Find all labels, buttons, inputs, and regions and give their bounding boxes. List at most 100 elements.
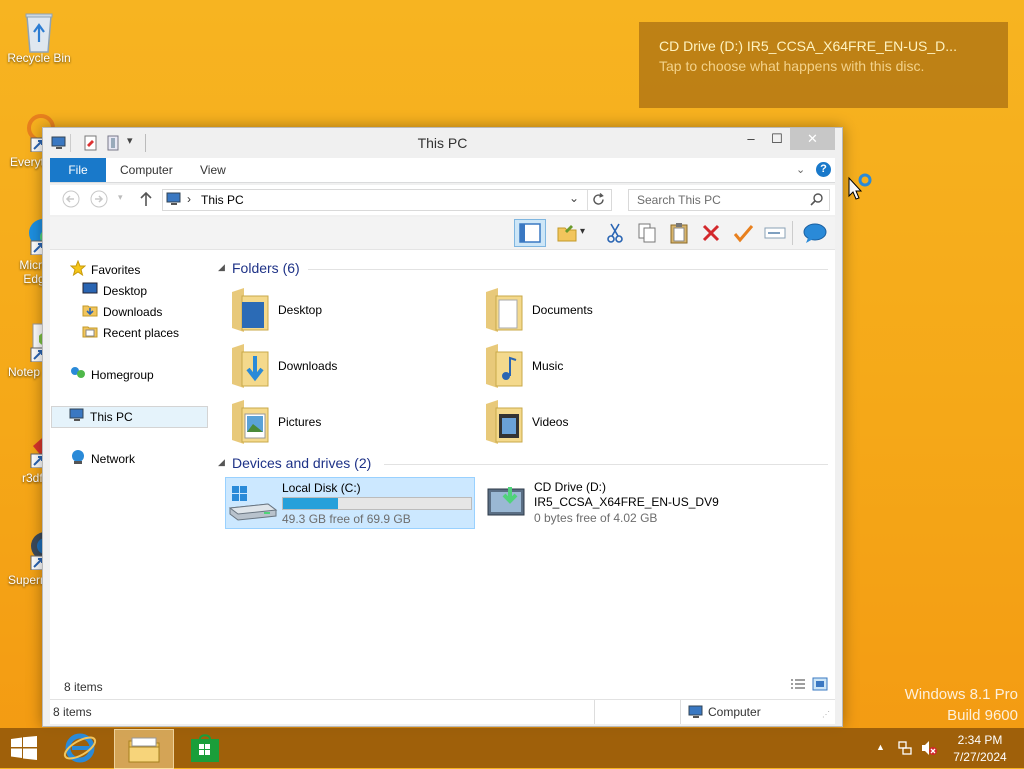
chat-bubble-icon[interactable] xyxy=(803,222,827,244)
command-toolbar: ▾ xyxy=(50,217,835,250)
collapse-group-arrow-icon[interactable]: ◢ xyxy=(218,262,225,273)
watermark-edition: Windows 8.1 Pro xyxy=(904,686,1018,703)
store-taskbar-button[interactable] xyxy=(190,733,220,766)
show-hidden-icons-chevron-icon[interactable]: ▲ xyxy=(876,742,885,752)
properties-dropdown-icon[interactable]: ▾ xyxy=(580,226,585,237)
delete-icon[interactable] xyxy=(700,222,722,244)
folder-label: Music xyxy=(532,359,564,373)
folder-item-pictures[interactable]: Pictures xyxy=(228,398,448,448)
details-view-icon[interactable] xyxy=(790,678,806,695)
tab-computer[interactable]: Computer xyxy=(120,158,173,182)
folder-label: Downloads xyxy=(278,359,338,373)
clock-time: 2:34 PM xyxy=(957,733,1003,747)
address-dropdown-chevron-icon[interactable]: ⌄ xyxy=(569,191,579,205)
maximize-button[interactable]: ☐ xyxy=(763,128,791,150)
folder-label: Documents xyxy=(532,303,593,317)
close-button[interactable]: ✕ xyxy=(790,128,835,150)
music-folder-icon xyxy=(486,344,523,388)
pictures-folder-icon xyxy=(232,400,269,444)
nav-item-label: Downloads xyxy=(103,305,163,320)
cut-icon[interactable] xyxy=(604,222,626,244)
nav-item-label: This PC xyxy=(90,410,133,424)
preview-pane-button[interactable] xyxy=(514,219,546,247)
drive-item-cd-drive-d[interactable]: CD Drive (D:) IR5_CCSA_X64FRE_EN-US_DV9 … xyxy=(480,477,740,527)
large-icons-view-icon[interactable] xyxy=(812,677,828,694)
nav-item-label: Favorites xyxy=(91,263,141,278)
title-bar[interactable]: ▾ This PC – ☐ ✕ xyxy=(43,128,842,158)
nav-item-label: Homegroup xyxy=(91,368,154,383)
nav-item-favorites[interactable]: Favorites xyxy=(69,259,141,280)
nav-item-desktop[interactable]: Desktop xyxy=(82,281,147,301)
search-input[interactable]: Search This PC xyxy=(628,189,830,211)
drives-group-header[interactable]: Devices and drives (2) xyxy=(232,455,371,471)
start-button[interactable] xyxy=(10,736,38,763)
nav-item-network[interactable]: Network xyxy=(70,449,135,469)
expand-ribbon-chevron-icon[interactable]: ⌄ xyxy=(796,163,805,176)
search-icon[interactable] xyxy=(810,193,823,209)
help-icon[interactable]: ? xyxy=(816,162,831,177)
minimize-button[interactable]: – xyxy=(737,128,765,150)
resize-grip-icon[interactable]: ⋰ xyxy=(822,710,830,719)
up-arrow-icon[interactable] xyxy=(139,191,153,210)
folder-item-music[interactable]: Music xyxy=(482,342,702,392)
tab-view[interactable]: View xyxy=(200,158,226,182)
breadcrumb-this-pc[interactable]: This PC xyxy=(201,193,244,207)
content-area: Favorites Desktop Downloads Recent place… xyxy=(50,250,835,699)
nav-item-homegroup[interactable]: Homegroup xyxy=(70,365,154,385)
file-explorer-taskbar-button[interactable] xyxy=(114,729,174,769)
back-button-icon[interactable] xyxy=(62,190,80,211)
window-title: This PC xyxy=(417,135,468,151)
rename-field-icon[interactable] xyxy=(764,222,786,244)
toast-title: CD Drive (D:) IR5_CCSA_X64FRE_EN-US_D... xyxy=(659,38,957,54)
navigation-bar: ▾ › This PC ⌄ Search This PC xyxy=(50,185,835,215)
copy-icon[interactable] xyxy=(636,222,658,244)
nav-item-downloads[interactable]: Downloads xyxy=(82,302,162,322)
mouse-cursor-busy-icon xyxy=(848,172,874,203)
drive-item-local-disk-c[interactable]: Local Disk (C:) 49.3 GB free of 69.9 GB xyxy=(225,477,475,529)
breadcrumb-separator[interactable]: › xyxy=(187,192,191,206)
desktop-icon-recycle-bin[interactable]: Recycle Bin xyxy=(4,8,74,65)
nav-item-label: Recent places xyxy=(103,326,180,341)
folder-item-desktop[interactable]: Desktop xyxy=(228,286,448,336)
folder-label: Desktop xyxy=(278,303,323,317)
status-items-count: 8 items xyxy=(53,705,92,719)
file-explorer-window: ▾ This PC – ☐ ✕ File Computer View ⌄ ? ▾… xyxy=(42,127,843,727)
nav-item-this-pc[interactable]: This PC xyxy=(51,406,208,428)
properties-icon[interactable] xyxy=(556,222,578,244)
drive-name: Local Disk (C:) xyxy=(282,481,361,495)
network-tray-icon[interactable] xyxy=(897,740,913,759)
internet-explorer-icon xyxy=(63,733,97,763)
folder-item-documents[interactable]: Documents xyxy=(482,286,702,336)
windows-edition-watermark: Windows 8.1 Pro Build 9600 xyxy=(850,686,1018,724)
nav-item-recent-places[interactable]: Recent places xyxy=(82,323,179,343)
watermark-build: Build 9600 xyxy=(947,707,1018,724)
clock-date: 7/27/2024 xyxy=(953,750,1007,764)
volume-muted-icon[interactable] xyxy=(920,740,938,759)
rename-checkmark-icon[interactable] xyxy=(732,222,754,244)
system-clock[interactable]: 2:34 PM 7/27/2024 xyxy=(950,733,1010,764)
folder-item-downloads[interactable]: Downloads xyxy=(228,342,448,392)
network-icon xyxy=(70,449,86,471)
forward-button-icon[interactable] xyxy=(90,190,108,211)
ribbon-tabs: File Computer View ⌄ ? xyxy=(50,158,835,183)
address-bar[interactable]: › This PC ⌄ xyxy=(162,189,612,211)
navigation-pane: Favorites Desktop Downloads Recent place… xyxy=(50,250,210,699)
search-placeholder: Search This PC xyxy=(637,193,721,207)
desktop-folder-icon xyxy=(232,288,269,332)
autoplay-toast-notification[interactable]: CD Drive (D:) IR5_CCSA_X64FRE_EN-US_D...… xyxy=(639,22,1008,108)
videos-folder-icon xyxy=(486,400,523,444)
recent-locations-dropdown-icon[interactable]: ▾ xyxy=(118,192,123,203)
folder-item-videos[interactable]: Videos xyxy=(482,398,702,448)
drive-volume-label: IR5_CCSA_X64FRE_EN-US_DV9 xyxy=(534,495,719,509)
recent-places-icon xyxy=(82,323,98,345)
status-location: Computer xyxy=(708,705,761,719)
nav-item-label: Desktop xyxy=(103,284,148,298)
tab-file[interactable]: File xyxy=(50,158,106,182)
drive-free-space: 0 bytes free of 4.02 GB xyxy=(534,511,658,525)
recycle-bin-icon xyxy=(19,8,59,53)
folders-group-header[interactable]: Folders (6) xyxy=(232,260,300,276)
paste-icon[interactable] xyxy=(668,222,690,244)
internet-explorer-taskbar-button[interactable] xyxy=(62,731,98,768)
refresh-icon[interactable] xyxy=(591,192,606,210)
collapse-group-arrow-icon[interactable]: ◢ xyxy=(218,457,225,468)
